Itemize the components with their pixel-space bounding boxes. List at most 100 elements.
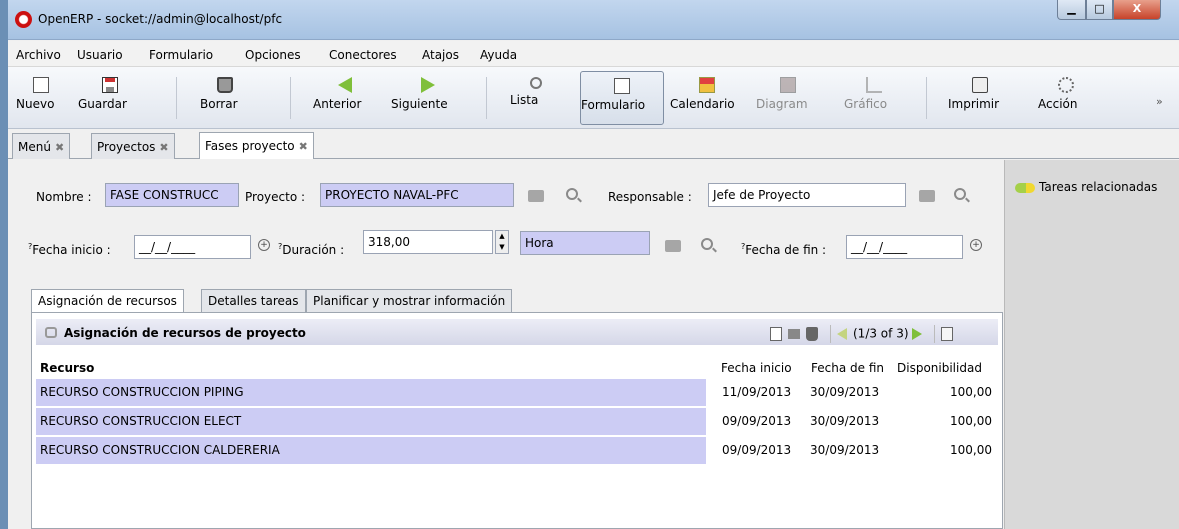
tab-planificar[interactable]: Planificar y mostrar información [306,289,513,312]
tab-fases-proyecto[interactable]: Fases proyecto ✖ [199,132,314,159]
folder-icon[interactable] [528,190,544,202]
tab-label: Fases proyecto [205,139,295,153]
cell-recurso: RECURSO CONSTRUCCION CALDERERIA [36,437,706,464]
menu-conectores[interactable]: Conectores [329,48,397,62]
title-bar: OpenERP - socket://admin@localhost/pfc ▁… [8,0,1179,40]
diagram-icon [780,77,796,93]
cell-fecha-inicio: 09/09/2013 [722,414,792,428]
folder-icon[interactable] [919,190,935,202]
arrow-bulb-icon [1015,182,1035,193]
menu-atajos[interactable]: Atajos [422,48,459,62]
borrar-button[interactable]: Borrar [200,71,250,125]
form-toggle-icon[interactable] [941,327,954,341]
nuevo-button[interactable]: Nuevo [16,71,66,125]
table-row[interactable]: RECURSO CONSTRUCCION ELECT 09/09/2013 30… [36,408,998,435]
openerp-logo-icon [15,11,32,28]
pager-separator [830,325,831,343]
responsable-label: Responsable : [608,190,692,204]
guardar-button[interactable]: Guardar [78,71,142,125]
tareas-relacionadas-link[interactable]: Tareas relacionadas [1015,180,1157,194]
proyecto-label: Proyecto : [245,190,306,204]
unidad-field[interactable]: Hora [520,231,650,255]
menu-opciones[interactable]: Opciones [245,48,301,62]
fecha-fin-label: ?Fecha de fin : [741,242,827,257]
toolbar-separator [486,77,487,119]
print-icon [972,77,988,93]
cell-fecha-inicio: 11/09/2013 [722,385,792,399]
table-row[interactable]: RECURSO CONSTRUCCION CALDERERIA 09/09/20… [36,437,998,464]
menu-formulario[interactable]: Formulario [149,48,213,62]
column-header-recurso[interactable]: Recurso [40,361,94,375]
cell-disponibilidad: 100,00 [950,414,992,428]
application-window: OpenERP - socket://admin@localhost/pfc ▁… [8,0,1179,529]
maximize-button[interactable]: □ [1086,0,1113,20]
cell-fecha-fin: 30/09/2013 [810,443,880,457]
column-header-fecha-inicio[interactable]: Fecha inicio [721,361,792,375]
grafico-button[interactable]: Gráfico [844,71,904,125]
cell-disponibilidad: 100,00 [950,385,992,399]
pager-count: (1/3 of 3) [853,326,909,341]
close-icon[interactable]: ✖ [299,140,308,153]
cell-recurso: RECURSO CONSTRUCCION PIPING [36,379,706,406]
calendar-icon [699,77,715,93]
diagram-button[interactable]: Diagram [756,71,820,125]
proyecto-field[interactable]: PROYECTO NAVAL-PFC [320,183,514,207]
zoom-in-icon[interactable]: + [970,239,982,251]
search-icon[interactable] [701,238,713,250]
imprimir-button[interactable]: Imprimir [948,71,1012,125]
minimize-button[interactable]: ▁ [1057,0,1086,20]
tools-icon [45,327,57,338]
folder-icon[interactable] [665,240,681,252]
menu-usuario[interactable]: Usuario [77,48,123,62]
tab-label: Menú [18,140,51,154]
previous-page-icon[interactable] [837,328,847,340]
grid-pager: (1/3 of 3) [770,325,959,343]
toolbar-separator [290,77,291,119]
new-record-icon[interactable] [770,327,782,341]
siguiente-button[interactable]: Siguiente [391,71,465,125]
fecha-inicio-label: ?Fecha inicio : [28,242,111,257]
close-icon[interactable]: ✖ [55,141,64,154]
close-window-button[interactable]: X [1113,0,1161,20]
menu-bar: Archivo Usuario Formulario Opciones Cone… [8,41,1179,67]
nombre-label: Nombre : [36,190,92,204]
calendario-button[interactable]: Calendario [670,71,744,125]
lista-button[interactable]: Lista [510,71,562,125]
responsable-field[interactable]: Jefe de Proyecto [708,183,906,207]
cell-recurso: RECURSO CONSTRUCCION ELECT [36,408,706,435]
close-icon[interactable]: ✖ [159,141,168,154]
tab-detalles-tareas[interactable]: Detalles tareas [201,289,306,312]
duracion-stepper[interactable]: ▲ ▼ [495,230,509,254]
toolbar-overflow-button[interactable]: » [1156,95,1163,108]
menu-ayuda[interactable]: Ayuda [480,48,517,62]
fecha-inicio-field[interactable]: __/__/____ [134,235,251,259]
window-title: OpenERP - socket://admin@localhost/pfc [38,12,283,26]
tab-menu[interactable]: Menú ✖ [12,133,71,159]
form-view-icon [614,78,630,94]
column-header-fecha-fin[interactable]: Fecha de fin [811,361,884,375]
open-folder-icon[interactable] [788,329,800,339]
tab-label: Proyectos [97,140,156,154]
tab-asignacion-recursos[interactable]: Asignación de recursos [31,289,184,313]
anterior-button[interactable]: Anterior [313,71,377,125]
search-icon[interactable] [954,188,966,200]
table-row[interactable]: RECURSO CONSTRUCCION PIPING 11/09/2013 3… [36,379,998,406]
tab-proyectos[interactable]: Proyectos ✖ [91,133,175,159]
next-page-icon[interactable] [912,328,923,340]
save-icon [102,77,118,93]
fecha-fin-field[interactable]: __/__/____ [846,235,963,259]
toolbar-separator [926,77,927,119]
list-view-icon [530,77,542,89]
zoom-in-icon[interactable]: + [258,239,270,251]
arrow-left-icon [338,77,352,93]
accion-button[interactable]: Acción [1038,71,1094,125]
duracion-field[interactable]: 318,00 [363,230,493,254]
search-icon[interactable] [566,188,578,200]
nombre-field[interactable]: FASE CONSTRUCC [105,183,239,207]
menu-archivo[interactable]: Archivo [16,48,61,62]
delete-record-icon[interactable] [806,327,818,341]
trash-icon [217,77,233,93]
formulario-button[interactable]: Formulario [580,71,664,125]
cell-disponibilidad: 100,00 [950,443,992,457]
column-header-disponibilidad[interactable]: Disponibilidad [897,361,982,375]
